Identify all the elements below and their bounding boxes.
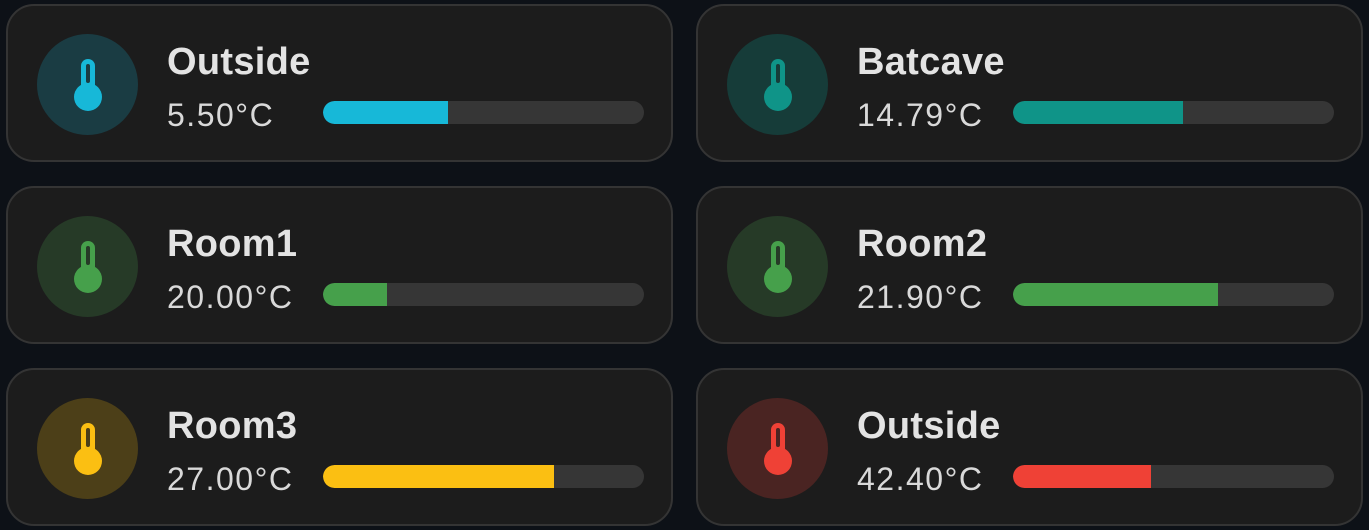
temperature-bar xyxy=(323,101,644,124)
sensor-value: 42.40°C xyxy=(857,461,984,497)
thermometer-icon xyxy=(763,240,792,293)
icon-badge xyxy=(37,216,138,317)
icon-badge xyxy=(727,216,828,317)
sensor-card-batcave[interactable]: Batcave 14.79°C xyxy=(696,4,1363,162)
thermometer-icon xyxy=(763,58,792,111)
temperature-bar xyxy=(1013,283,1334,306)
icon-badge xyxy=(727,398,828,499)
sensor-value: 5.50°C xyxy=(167,97,275,133)
sensor-value: 14.79°C xyxy=(857,97,984,133)
sensor-grid: Outside 5.50°C Batcave 14.79°C Room1 20.… xyxy=(6,4,1363,526)
icon-badge xyxy=(727,34,828,135)
sensor-value: 20.00°C xyxy=(167,279,294,315)
temperature-bar xyxy=(1013,465,1334,488)
sensor-card-room3[interactable]: Room3 27.00°C xyxy=(6,368,673,526)
temperature-bar-fill xyxy=(1013,283,1219,306)
sensor-value: 27.00°C xyxy=(167,461,294,497)
thermometer-icon xyxy=(73,240,102,293)
temperature-bar-fill xyxy=(323,101,449,124)
sensor-name: Outside xyxy=(857,405,1001,447)
temperature-bar-fill xyxy=(1013,101,1184,124)
sensor-name: Room3 xyxy=(167,405,298,447)
sensor-card-room2[interactable]: Room2 21.90°C xyxy=(696,186,1363,344)
sensor-value: 21.90°C xyxy=(857,279,984,315)
sensor-card-outside-2[interactable]: Outside 42.40°C xyxy=(696,368,1363,526)
thermometer-icon xyxy=(763,422,792,475)
sensor-card-outside[interactable]: Outside 5.50°C xyxy=(6,4,673,162)
temperature-bar-fill xyxy=(323,465,555,488)
temperature-bar xyxy=(1013,101,1334,124)
sensor-card-room1[interactable]: Room1 20.00°C xyxy=(6,186,673,344)
icon-badge xyxy=(37,34,138,135)
sensor-name: Outside xyxy=(167,41,311,83)
sensor-name: Room1 xyxy=(167,223,298,265)
icon-badge xyxy=(37,398,138,499)
thermometer-icon xyxy=(73,422,102,475)
temperature-bar xyxy=(323,283,644,306)
sensor-name: Room2 xyxy=(857,223,988,265)
temperature-bar-fill xyxy=(323,283,388,306)
temperature-bar xyxy=(323,465,644,488)
temperature-bar-fill xyxy=(1013,465,1152,488)
thermometer-icon xyxy=(73,58,102,111)
sensor-name: Batcave xyxy=(857,41,1005,83)
